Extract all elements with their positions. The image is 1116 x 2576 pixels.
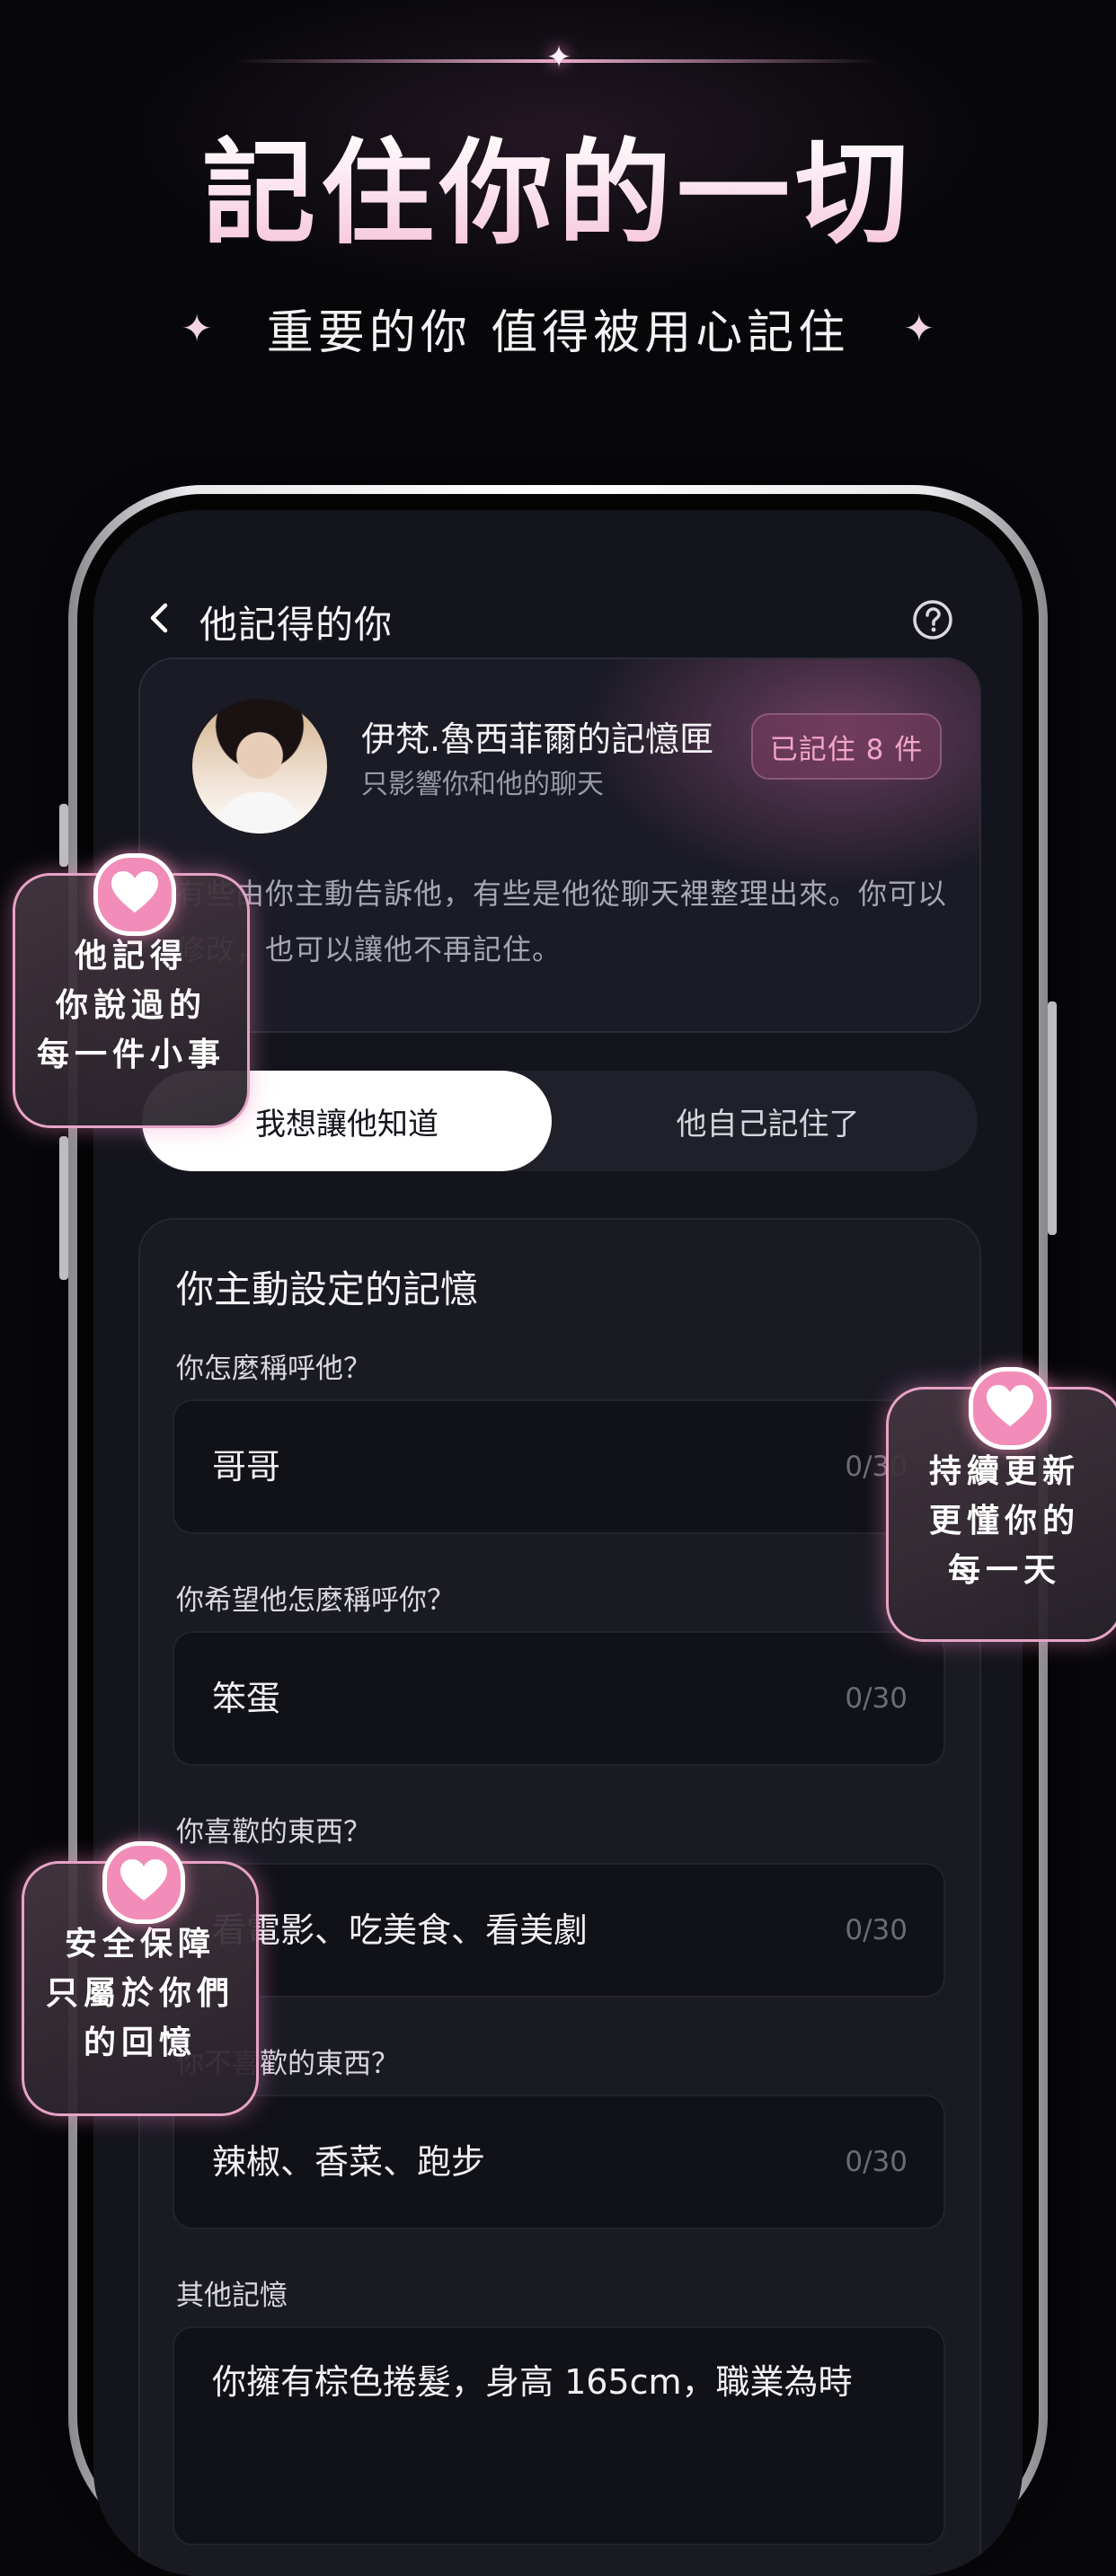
badge-line: 持續更新	[928, 1453, 1080, 1490]
field-label-call-him: 你怎麼稱呼他？	[176, 1353, 371, 1385]
memory-box-name: 伊梵.魯西菲爾的記憶匣	[361, 719, 714, 759]
char-counter: 0/30	[845, 1914, 908, 1946]
badge-line: 只屬於你們	[45, 1975, 235, 2012]
remembered-count-badge: 已記住 8 件	[751, 713, 942, 780]
sparkle-icon: ✦	[903, 305, 935, 350]
phone-side-button	[1048, 1001, 1057, 1235]
badge-line: 更懂你的	[928, 1503, 1080, 1539]
phone-side-button	[59, 804, 68, 867]
char-counter: 0/30	[845, 1682, 908, 1715]
field-label-likes: 你喜歡的東西？	[176, 1816, 371, 1848]
field-label-call-you: 你希望他怎麼稱呼你？	[176, 1584, 455, 1617]
tab-he-remembered[interactable]: 他自己記住了	[558, 1071, 978, 1171]
field-value: 辣椒、香菜、跑步	[212, 2142, 486, 2182]
sparkle-icon: ✦	[545, 40, 572, 75]
badge-line: 安全保障	[64, 1926, 216, 1963]
heart-badge	[969, 1367, 1051, 1450]
promo-subtitle: 重要的你 值得被用心記住	[266, 305, 850, 360]
user-memory-section: 你主動設定的記憶 你怎麼稱呼他？ 哥哥 0/30 你希望他怎麼稱呼你？ 笨蛋 0…	[138, 1218, 981, 2576]
back-arrow-icon[interactable]	[142, 600, 178, 636]
badge-line: 你說過的	[55, 987, 207, 1024]
section-title: 你主動設定的記憶	[176, 1267, 479, 1311]
help-circle-icon[interactable]	[911, 598, 954, 641]
char-counter: 0/30	[845, 2146, 908, 2178]
badge-line: 的回憶	[83, 2025, 197, 2061]
heart-badge	[93, 853, 176, 936]
promo-subtitle-row: ✦ 重要的你 值得被用心記住 ✦	[0, 296, 1116, 360]
heart-icon	[120, 1859, 167, 1901]
field-value: 哥哥	[212, 1447, 281, 1486]
badge-line: 每一天	[947, 1552, 1061, 1589]
phone-side-button	[59, 1136, 68, 1280]
heart-icon	[987, 1385, 1033, 1426]
call-him-field[interactable]: 哥哥 0/30	[173, 1399, 945, 1534]
dislikes-field[interactable]: 辣椒、香菜、跑步 0/30	[173, 2095, 945, 2229]
field-label-other-memory: 其他記憶	[176, 2280, 288, 2312]
promo-headline: 記住你的一切	[0, 126, 1116, 260]
field-value: 你擁有棕色捲髮，身高 165cm，職業為時	[212, 2362, 853, 2402]
memory-box-description: 有些由你主動告訴他，有些是他從聊天裡整理出來。你可以修改，也可以讓他不再記住。	[176, 877, 948, 966]
call-you-field[interactable]: 笨蛋 0/30	[173, 1631, 945, 1766]
nav-bar: 他記得的你	[93, 573, 1023, 663]
badge-line: 每一件小事	[36, 1037, 226, 1073]
memory-box-card: 伊梵.魯西菲爾的記憶匣 只影響你和他的聊天 已記住 8 件 有些由你主動告訴他，…	[138, 657, 981, 1033]
other-memory-field[interactable]: 你擁有棕色捲髮，身高 165cm，職業為時	[173, 2326, 945, 2545]
app-screen: 他記得的你 伊梵.魯西菲爾的記憶匣 只影響你和他的聊天 已記住 8 件 有些由你…	[93, 510, 1023, 2576]
likes-field[interactable]: 看電影、吃美食、看美劇 0/30	[173, 1863, 945, 1998]
heart-icon	[111, 871, 158, 913]
field-value: 笨蛋	[212, 1679, 281, 1718]
sparkle-icon: ✦	[181, 305, 213, 350]
field-value: 看電影、吃美食、看美劇	[212, 1910, 589, 1950]
page-title: 他記得的你	[199, 603, 394, 647]
memory-box-subtitle: 只影響你和他的聊天	[361, 769, 604, 800]
avatar	[192, 699, 327, 834]
memory-tabs: 我想讓他知道 他自己記住了	[138, 1071, 978, 1171]
heart-badge	[102, 1841, 185, 1924]
badge-line: 他記得	[74, 938, 188, 975]
